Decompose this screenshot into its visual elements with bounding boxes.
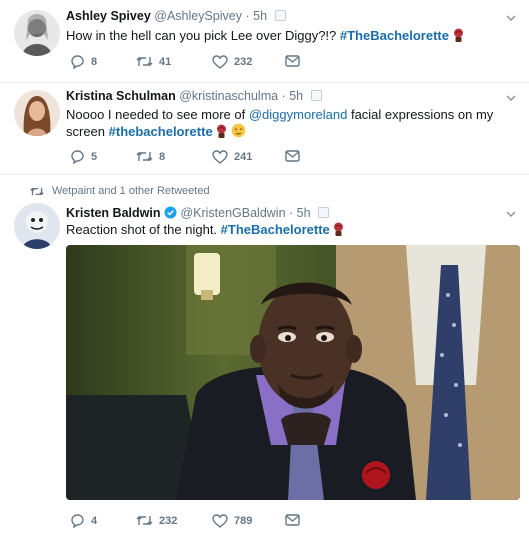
retweet-button[interactable]: 8 (136, 150, 165, 163)
timestamp[interactable]: 5h (289, 89, 303, 103)
reply-icon (71, 55, 84, 69)
retweet-button[interactable]: 41 (136, 55, 171, 68)
reply-count: 4 (91, 515, 98, 527)
tweet-text-body: Reaction shot of the night. (66, 222, 221, 237)
avatar[interactable] (14, 90, 60, 136)
like-button[interactable]: 241 (212, 150, 252, 164)
retweet-count: 232 (159, 514, 178, 527)
user-handle[interactable]: @KristenGBaldwin (180, 206, 285, 220)
like-count: 232 (234, 56, 253, 68)
tweet-ashley-spivey[interactable]: Ashley Spivey @AshleySpivey · 5h How in … (0, 0, 529, 83)
retweeted-by-context[interactable]: Wetpaint and 1 other Retweeted (30, 185, 210, 197)
retweet-icon (136, 57, 153, 66)
tweet-media-image[interactable] (66, 245, 520, 500)
display-name[interactable]: Kristen Baldwin (66, 206, 160, 220)
card-icon (318, 207, 330, 218)
like-button[interactable]: 789 (212, 514, 252, 528)
chevron-down-icon[interactable] (505, 92, 517, 104)
reply-icon (71, 150, 84, 164)
tweet-text-body: Noooo I needed to see more of (66, 107, 249, 122)
like-count: 241 (234, 151, 253, 163)
card-icon (274, 10, 286, 21)
tweet-text: Reaction shot of the night. #TheBachelor… (66, 221, 511, 238)
like-button[interactable]: 232 (212, 55, 252, 69)
hashtag-link[interactable]: #thebachelorette (109, 124, 213, 139)
retweet-icon (30, 187, 44, 195)
dm-button[interactable] (285, 55, 300, 67)
display-name[interactable]: Ashley Spivey (66, 9, 151, 23)
tweet-text-body: How in the hell can you pick Lee over Di… (66, 28, 340, 43)
dm-button[interactable] (285, 514, 300, 526)
separator-dot: · (281, 89, 286, 103)
reply-count: 8 (91, 56, 98, 68)
verified-badge-icon (164, 206, 177, 219)
avatar[interactable] (14, 203, 60, 249)
retweet-button[interactable]: 232 (136, 514, 177, 527)
hashtag-link[interactable]: #TheBachelorette (340, 28, 449, 43)
timestamp[interactable]: 5h (297, 206, 311, 220)
heart-icon (212, 514, 228, 528)
tweet-text: Noooo I needed to see more of @diggymore… (66, 106, 511, 140)
retweet-count: 8 (159, 150, 166, 163)
reply-icon (71, 514, 84, 528)
reply-button[interactable]: 8 (70, 55, 97, 69)
like-count: 789 (234, 515, 253, 527)
rose-emoji-icon (217, 124, 227, 138)
tweet-kristina-schulman[interactable]: Kristina Schulman @kristinaschulma · 5h … (0, 82, 529, 175)
timestamp[interactable]: 5h (253, 9, 267, 23)
card-icon (310, 90, 322, 101)
relieved-face-emoji-icon (231, 123, 246, 138)
user-handle[interactable]: @kristinaschulma (179, 89, 278, 103)
chevron-down-icon[interactable] (505, 208, 517, 220)
display-name[interactable]: Kristina Schulman (66, 89, 176, 103)
avatar[interactable] (14, 10, 60, 56)
retweet-icon (136, 516, 153, 525)
separator-dot: · (245, 9, 250, 23)
rose-emoji-icon (453, 28, 463, 42)
reply-button[interactable]: 4 (70, 514, 97, 528)
tweet-text: How in the hell can you pick Lee over Di… (66, 27, 511, 44)
retweeted-by-text: Wetpaint and 1 other Retweeted (52, 185, 210, 197)
chevron-down-icon[interactable] (505, 12, 517, 24)
envelope-icon (285, 55, 300, 67)
envelope-icon (285, 150, 300, 162)
hashtag-link[interactable]: #TheBachelorette (221, 222, 330, 237)
retweet-count: 41 (159, 55, 172, 68)
reply-button[interactable]: 5 (70, 150, 97, 164)
rose-emoji-icon (334, 222, 344, 236)
heart-icon (212, 55, 228, 69)
envelope-icon (285, 514, 300, 526)
heart-icon (212, 150, 228, 164)
user-handle[interactable]: @AshleySpivey (154, 9, 242, 23)
separator-dot: · (289, 206, 294, 220)
retweet-icon (136, 152, 153, 161)
reply-count: 5 (91, 151, 98, 163)
dm-button[interactable] (285, 150, 300, 162)
mention-link[interactable]: @diggymoreland (249, 107, 347, 122)
